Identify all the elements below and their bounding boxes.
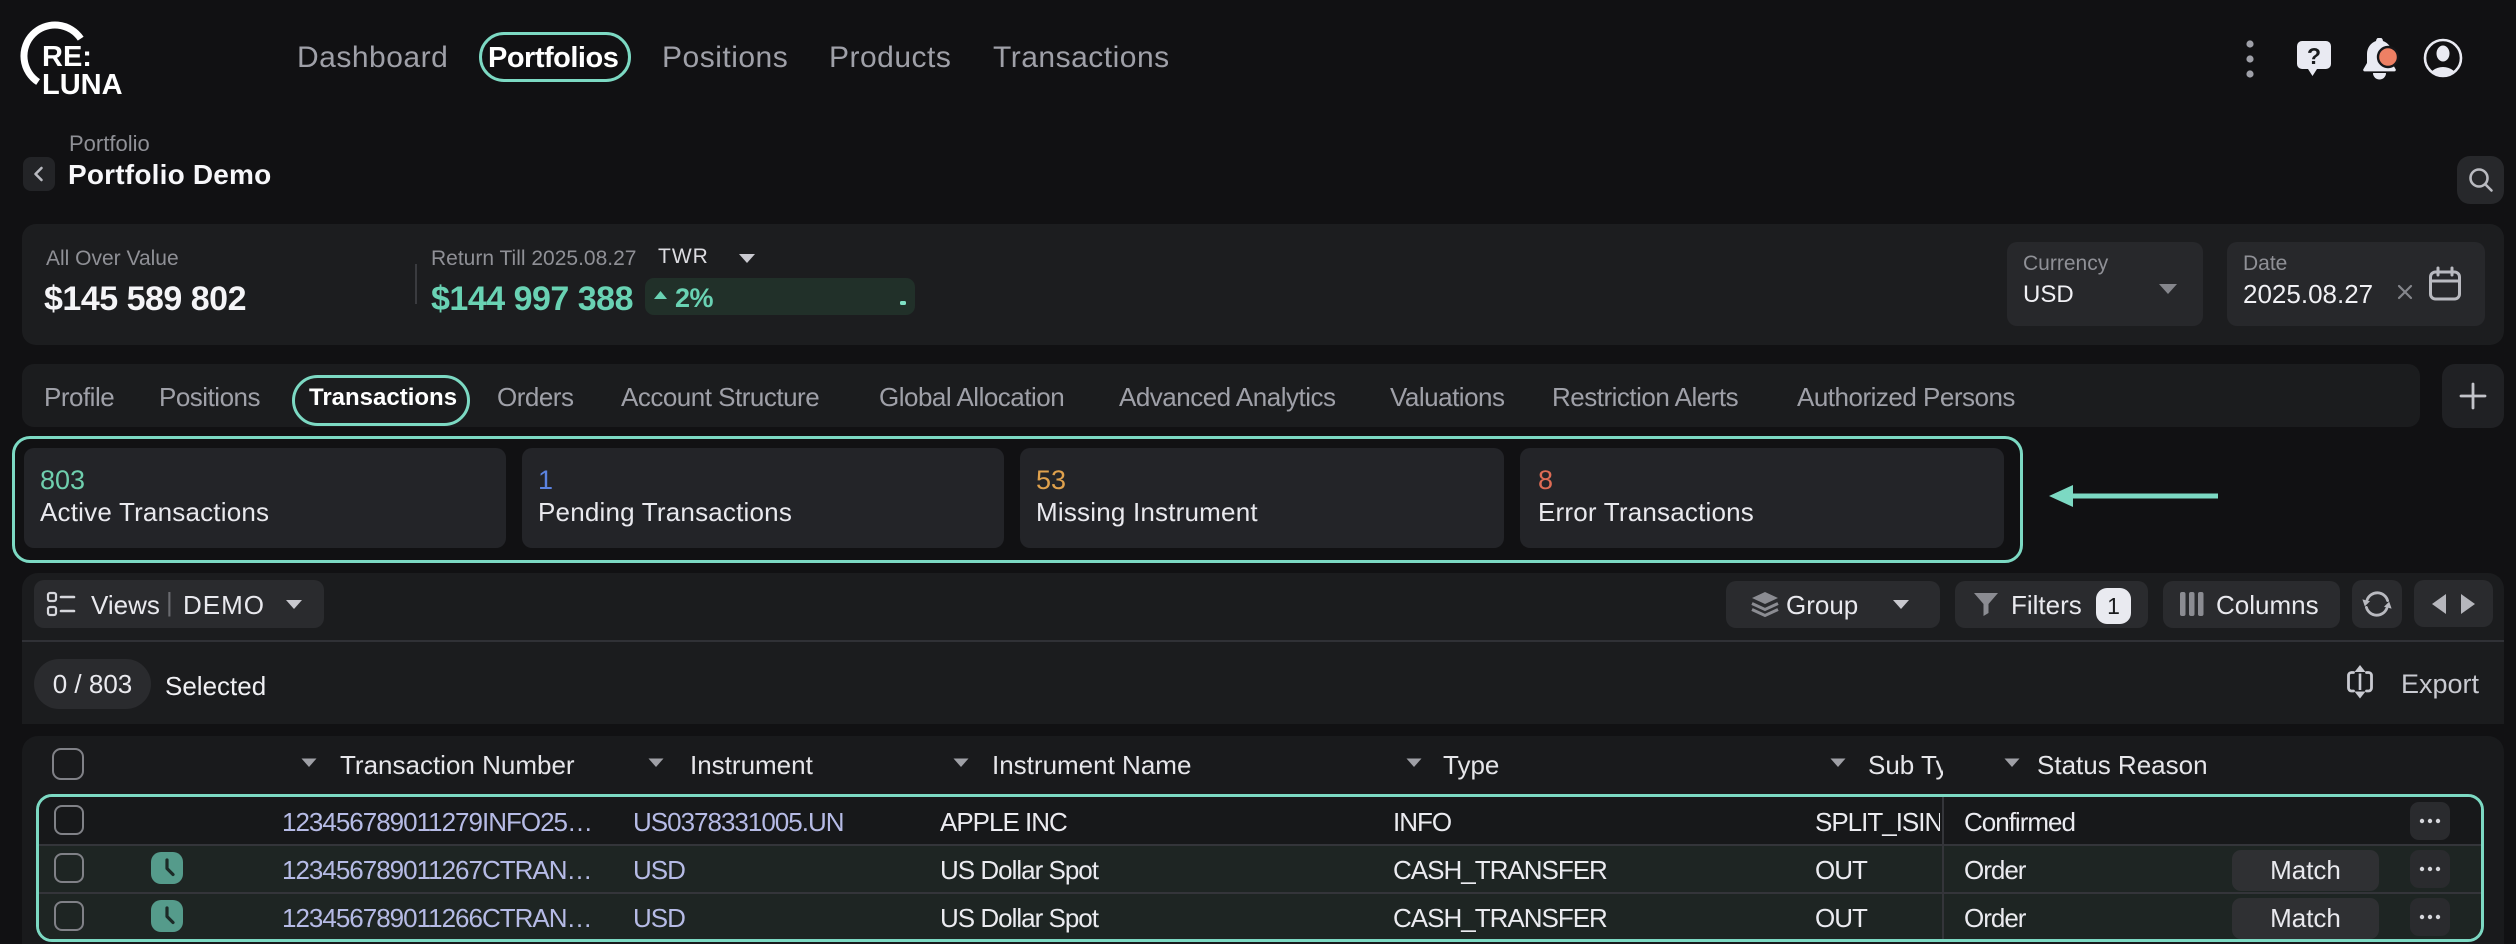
svg-text:?: ? — [2307, 43, 2321, 69]
svg-text:LUNA: LUNA — [42, 69, 123, 98]
